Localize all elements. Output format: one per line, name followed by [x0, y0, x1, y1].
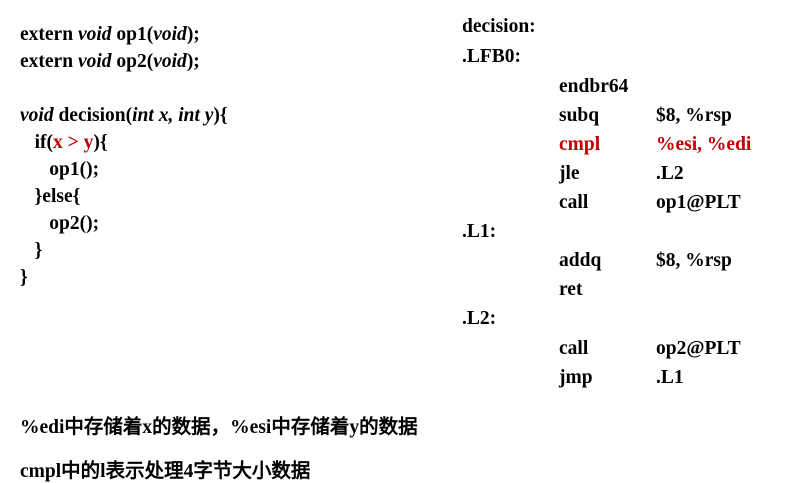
close-outer-line: } [20, 264, 228, 291]
keyword: extern [20, 51, 74, 72]
jmp-arg: .L1 [656, 367, 684, 388]
else-keyword: }else{ [34, 186, 81, 207]
l1-label: .L1: [462, 221, 497, 242]
cmpl-op: cmpl [559, 134, 601, 155]
highlighted-condition: x > y [53, 132, 94, 153]
punct: ){ [93, 132, 108, 153]
if-line: if(x > y){ [20, 129, 228, 156]
type: void [20, 105, 54, 126]
keyword: extern [20, 24, 74, 45]
endbr-instr: endbr64 [559, 76, 629, 97]
type: void [153, 24, 187, 45]
type: void [153, 51, 187, 72]
punct: ); [186, 51, 200, 72]
brace: } [34, 240, 43, 261]
type: int [178, 105, 200, 126]
call1-arg: op1@PLT [656, 192, 741, 213]
call-op1-line: op1(); [20, 156, 228, 183]
func-name: decision( [58, 105, 133, 126]
extern-op2-line: extern void op2(void); [20, 48, 228, 75]
register-note: %edi中存储着x的数据，%esi中存储着y的数据 [20, 417, 418, 438]
ret-instr: ret [559, 279, 583, 300]
call-op2: op2(); [49, 213, 100, 234]
call-op2-line: op2(); [20, 210, 228, 237]
call2-op: call [559, 338, 589, 359]
if-keyword: if( [34, 132, 54, 153]
call-op1: op1(); [49, 159, 100, 180]
cmpl-arg: %esi, %edi [656, 134, 752, 155]
type: void [77, 51, 112, 72]
addq-arg: $8, %rsp [656, 250, 732, 271]
jmp-op: jmp [559, 367, 593, 388]
func-label: decision: [462, 16, 536, 37]
func-name: op1( [116, 24, 154, 45]
punct: ); [186, 24, 200, 45]
brace: } [20, 267, 28, 288]
subq-arg: $8, %rsp [656, 105, 732, 126]
cmpl-suffix-note: cmpl中的l表示处理4字节大小数据 [20, 461, 311, 482]
l2-label: .L2: [462, 308, 497, 329]
func-name: op2( [116, 51, 154, 72]
type: int [132, 105, 154, 126]
jle-op: jle [559, 163, 580, 184]
call1-op: call [559, 192, 589, 213]
lfb0-label: .LFB0: [462, 46, 522, 67]
punct: ){ [213, 105, 228, 126]
decision-signature-line: void decision(int x, int y){ [20, 102, 228, 129]
call2-arg: op2@PLT [656, 338, 741, 359]
extern-op1-line: extern void op1(void); [20, 21, 228, 48]
else-line: }else{ [20, 183, 228, 210]
subq-op: subq [559, 105, 600, 126]
type: void [77, 24, 112, 45]
addq-op: addq [559, 250, 602, 271]
close-inner-line: } [20, 237, 228, 264]
param: x, [158, 105, 174, 126]
c-source-code: extern void op1(void); extern void op2(v… [20, 21, 228, 291]
jle-arg: .L2 [656, 163, 684, 184]
